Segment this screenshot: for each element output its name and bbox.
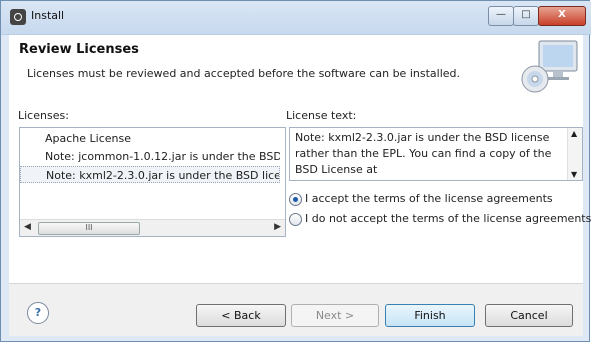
next-button[interactable]: Next >	[291, 304, 379, 327]
close-button[interactable]: X	[538, 6, 586, 26]
decline-radio-button[interactable]	[289, 213, 302, 226]
license-item-jcommon[interactable]: Note: jcommon-1.0.12.jar is under the BS…	[20, 148, 280, 165]
license-text-label: License text:	[286, 109, 357, 122]
eclipse-app-icon	[10, 9, 26, 25]
wizard-footer: ? < Back Next > Finish Cancel	[9, 283, 583, 336]
license-text-content: Note: kxml2-2.3.0.jar is under the BSD l…	[295, 131, 552, 176]
scroll-right-icon[interactable]: ▶	[274, 222, 281, 232]
minimize-button[interactable]: —	[488, 6, 514, 26]
window-title: Install	[31, 9, 65, 22]
scroll-left-icon[interactable]: ◀	[24, 222, 31, 232]
back-button[interactable]: < Back	[196, 304, 286, 327]
wizard-body: Licenses: Apache License Note: jcommon-1…	[9, 97, 591, 283]
licenses-horizontal-scrollbar[interactable]: ◀ III ▶	[20, 219, 285, 236]
license-item-apache[interactable]: Apache License	[20, 130, 280, 147]
finish-button[interactable]: Finish	[385, 304, 475, 327]
maximize-button[interactable]: □	[513, 6, 539, 26]
decline-radio-label[interactable]: I do not accept the terms of the license…	[305, 210, 591, 228]
license-text-vertical-scrollbar[interactable]: ▲ ▼	[567, 128, 582, 180]
accept-radio-button[interactable]	[289, 193, 302, 206]
license-item-kxml2[interactable]: Note: kxml2-2.3.0.jar is under the BSD l…	[20, 166, 280, 183]
license-text-area[interactable]: Note: kxml2-2.3.0.jar is under the BSD l…	[289, 127, 583, 181]
page-title: Review Licenses	[19, 42, 139, 57]
help-icon[interactable]: ?	[27, 302, 49, 324]
licenses-label: Licenses:	[18, 109, 69, 122]
licenses-list[interactable]: Apache License Note: jcommon-1.0.12.jar …	[19, 127, 286, 237]
cancel-button[interactable]: Cancel	[485, 304, 573, 327]
wizard-header: Review Licenses Licenses must be reviewe…	[9, 35, 583, 98]
scroll-up-icon[interactable]: ▲	[571, 129, 577, 138]
install-window: Install — □ X Review Licenses Licenses m…	[0, 0, 591, 342]
scroll-down-icon[interactable]: ▼	[571, 170, 577, 179]
scroll-thumb[interactable]: III	[38, 222, 140, 235]
page-description: Licenses must be reviewed and accepted b…	[27, 67, 460, 80]
accept-radio-label[interactable]: I accept the terms of the license agreem…	[305, 190, 553, 208]
title-bar[interactable]: Install — □ X	[1, 1, 591, 35]
install-wizard-icon	[521, 40, 578, 93]
